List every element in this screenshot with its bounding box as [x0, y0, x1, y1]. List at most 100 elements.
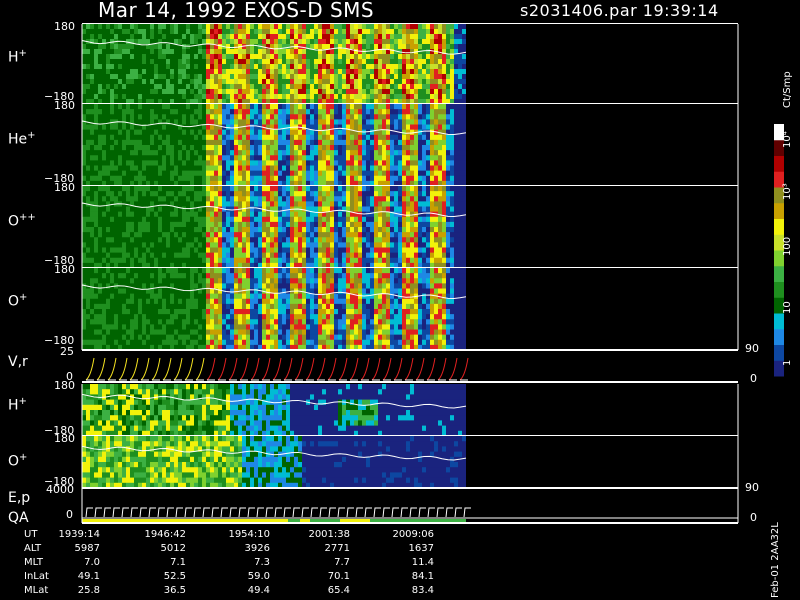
- he-plus-panel-cell: [158, 160, 162, 166]
- o-plusplus-panel-cell: [110, 227, 114, 233]
- he-plus-panel-cell: [310, 134, 314, 141]
- he-plus-panel-cell: [134, 134, 138, 141]
- he-plus-panel-cell: [194, 109, 198, 115]
- he-plus-panel-cell: [294, 175, 298, 182]
- h-plus-panel-cell: [122, 69, 126, 75]
- o-plusplus-panel-cell: [362, 216, 366, 223]
- h-plus-panel-cell: [430, 49, 434, 55]
- he-plus-panel-cell: [178, 165, 182, 172]
- o-plusplus-panel-cell: [106, 186, 110, 192]
- he-plus-panel-cell: [462, 109, 466, 115]
- h-plus-panel-cell: [226, 54, 230, 60]
- he-plus-panel-cell: [426, 109, 430, 115]
- h-plus-panel-cell: [102, 59, 106, 65]
- o-plusplus-panel-cell: [106, 216, 110, 223]
- he-plus-panel-cell: [158, 155, 162, 161]
- h-plus-panel-cell: [194, 74, 198, 80]
- he-plus-panel-cell: [102, 145, 106, 151]
- he-plus-panel-cell: [90, 145, 94, 151]
- h-plus-panel-cell: [86, 44, 90, 50]
- h-plus-panel-cell: [386, 89, 390, 95]
- h-plus-panel-cell: [258, 29, 262, 35]
- h-plus-panel-cell: [118, 94, 122, 100]
- o-plus-panel-cell: [106, 319, 110, 325]
- o-plusplus-panel-cell: [242, 227, 246, 233]
- h-plus-panel-cell: [262, 34, 266, 40]
- h-plus-panel-cell: [238, 94, 242, 100]
- he-plus-panel-cell: [454, 134, 458, 141]
- h-plus-panel-cell: [222, 94, 226, 100]
- he-plus-panel-cell: [226, 160, 230, 166]
- he-plus-panel-cell: [414, 104, 418, 110]
- he-plus-panel-cell: [302, 119, 306, 125]
- h-plus-panel-cell: [106, 79, 110, 85]
- o-plusplus-panel-cell: [90, 206, 94, 213]
- he-plus-panel-cell: [178, 139, 182, 146]
- h-plus-panel-cell: [282, 69, 286, 75]
- he-plus-panel-cell: [286, 155, 290, 161]
- he-plus-panel-cell: [246, 145, 250, 151]
- he-plus-panel-cell: [142, 134, 146, 141]
- he-plus-panel-cell: [226, 109, 230, 115]
- o-plus-panel-cell: [158, 319, 162, 325]
- h-plus-panel-cell: [394, 89, 398, 95]
- h-plus-panel-cell: [446, 54, 450, 60]
- h-plus-panel-cell: [126, 54, 130, 60]
- h-plus-panel-cell: [94, 34, 98, 40]
- o-plusplus-panel-cell: [434, 221, 438, 228]
- h-plus-panel-cell: [338, 54, 342, 60]
- o-plusplus-panel-cell: [182, 206, 186, 213]
- h-plus-panel-cell: [450, 29, 454, 35]
- he-plus-panel-cell: [246, 129, 250, 136]
- o-plusplus-panel-cell: [446, 252, 450, 259]
- h-plus-panel-cell: [370, 94, 374, 100]
- he-plus-panel-cell: [346, 129, 350, 136]
- o-plusplus-panel-cell: [390, 186, 394, 192]
- h-plus-panel-cell: [422, 64, 426, 70]
- h-plus-panel-cell: [286, 89, 290, 95]
- h-plus-panel-cell: [166, 74, 170, 80]
- o-plusplus-panel-cell: [322, 191, 326, 197]
- h-plus-panel-cell: [430, 84, 434, 90]
- o-plusplus-panel-cell: [322, 221, 326, 228]
- h-plus-panel-cell: [278, 79, 282, 85]
- o-plusplus-panel-cell: [158, 257, 162, 264]
- he-plus-panel-cell: [226, 134, 230, 141]
- o-plusplus-panel-cell: [174, 227, 178, 233]
- o-plus-panel-cell: [162, 334, 166, 341]
- he-plus-panel-cell: [142, 104, 146, 110]
- o-plusplus-panel-cell: [442, 247, 446, 254]
- h-plus-panel-cell: [398, 34, 402, 40]
- o-plusplus-panel-cell: [386, 201, 390, 207]
- he-plus-panel-cell: [154, 104, 158, 110]
- he-plus-panel-cell: [430, 155, 434, 161]
- he-plus-panel-cell: [398, 145, 402, 151]
- o-plusplus-panel-cell: [170, 216, 174, 223]
- h-plus-panel-cell: [86, 29, 90, 35]
- h-plus-panel-cell: [214, 34, 218, 40]
- o-plusplus-panel-cell: [142, 252, 146, 259]
- he-plus-panel-cell: [362, 104, 366, 110]
- h-plus-panel-cell: [82, 74, 86, 80]
- he-plus-panel-cell: [318, 145, 322, 151]
- he-plus-panel-cell: [170, 170, 174, 177]
- h-plus-panel-cell: [174, 89, 178, 95]
- o-plusplus-panel-cell: [90, 227, 94, 233]
- o-plus-panel-cell: [122, 273, 126, 279]
- he-plus-panel-cell: [294, 170, 298, 177]
- h-plus-panel-cell: [402, 79, 406, 85]
- o-plus-panel-cell: [134, 324, 138, 330]
- he-plus-panel-cell: [426, 165, 430, 172]
- he-plus-panel-cell: [334, 114, 338, 120]
- he-plus-panel-cell: [418, 150, 422, 156]
- h-plus-panel-cell: [278, 39, 282, 45]
- o-plus-panel-cell: [98, 339, 102, 346]
- o-plusplus-panel-cell: [106, 191, 110, 197]
- h-plus-panel-cell: [298, 34, 302, 40]
- o-plusplus-panel-cell: [254, 237, 258, 243]
- o-plusplus-panel-cell: [438, 201, 442, 207]
- o-plusplus-panel-cell: [350, 216, 354, 223]
- he-plus-panel-cell: [450, 139, 454, 146]
- o-plus-panel-cell: [134, 273, 138, 279]
- h-plus-panel-cell: [246, 44, 250, 50]
